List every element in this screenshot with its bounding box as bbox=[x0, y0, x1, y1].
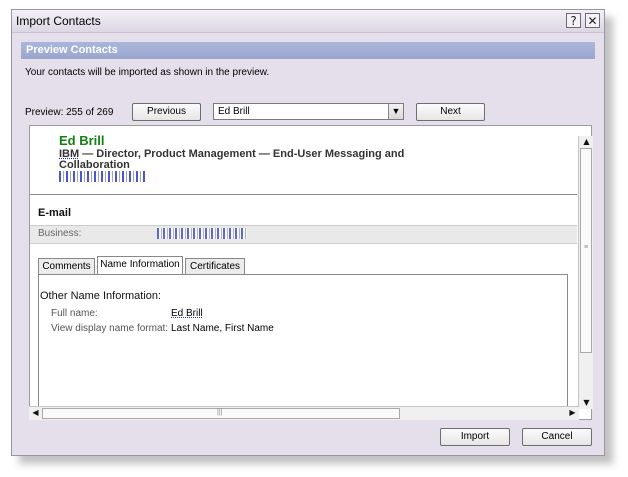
import-button[interactable]: Import bbox=[440, 428, 510, 446]
business-email-row: Business: bbox=[30, 225, 577, 244]
contact-job-title: — Director, Product Management — End-Use… bbox=[59, 148, 405, 171]
grip-icon: ≡ bbox=[584, 244, 589, 251]
next-button[interactable]: Next bbox=[416, 103, 485, 121]
vertical-scrollbar[interactable]: ▲ ≡ ▼ bbox=[578, 136, 593, 409]
tab-comments[interactable]: Comments bbox=[38, 258, 95, 274]
scroll-up-icon[interactable]: ▲ bbox=[580, 136, 593, 148]
scroll-right-icon[interactable]: ▶ bbox=[566, 407, 579, 419]
description-text: Your contacts will be imported as shown … bbox=[25, 67, 270, 78]
contact-selector[interactable]: Ed Brill ▼ bbox=[213, 103, 404, 120]
full-name-value[interactable]: Ed Brill bbox=[171, 308, 203, 319]
vertical-scroll-thumb[interactable]: ≡ bbox=[580, 148, 592, 353]
contact-preview-pane: Ed Brill IBM — Director, Product Managem… bbox=[29, 125, 592, 420]
business-email-label: Business: bbox=[38, 228, 82, 239]
window-title: Import Contacts bbox=[16, 14, 101, 28]
title-bar: Import Contacts ? ✕ bbox=[12, 10, 604, 33]
section-header: Preview Contacts bbox=[21, 42, 595, 59]
scroll-down-icon[interactable]: ▼ bbox=[580, 397, 593, 409]
full-name-label: Full name: bbox=[51, 308, 98, 319]
display-format-label: View display name format: bbox=[51, 323, 169, 334]
help-button[interactable]: ? bbox=[566, 13, 581, 28]
preview-counter: Preview: 255 of 269 bbox=[25, 107, 114, 118]
contact-selector-value: Ed Brill bbox=[218, 106, 250, 117]
contact-job-line: IBM — Director, Product Management — End… bbox=[59, 149, 429, 171]
email-section-title: E-mail bbox=[38, 207, 72, 219]
chevron-down-icon[interactable]: ▼ bbox=[388, 104, 403, 119]
tab-name-information[interactable]: Name Information bbox=[97, 256, 183, 275]
divider bbox=[30, 194, 577, 195]
horizontal-scroll-thumb[interactable]: ||| bbox=[42, 408, 400, 419]
horizontal-scrollbar[interactable]: ◀ ||| ▶ bbox=[29, 406, 579, 420]
scroll-left-icon[interactable]: ◀ bbox=[29, 407, 42, 419]
cancel-button[interactable]: Cancel bbox=[522, 428, 592, 446]
name-information-panel: Other Name Information: Full name: Ed Br… bbox=[38, 274, 568, 418]
obscured-address-image bbox=[59, 171, 146, 182]
close-button[interactable]: ✕ bbox=[585, 13, 600, 28]
grip-icon: ||| bbox=[217, 409, 223, 416]
tab-certificates[interactable]: Certificates bbox=[185, 258, 245, 274]
contact-name: Ed Brill bbox=[59, 133, 105, 148]
obscured-email-image bbox=[157, 228, 247, 239]
previous-button[interactable]: Previous bbox=[132, 103, 201, 121]
display-format-value: Last Name, First Name bbox=[171, 323, 274, 334]
import-contacts-dialog: Import Contacts ? ✕ Preview Contacts You… bbox=[11, 9, 605, 456]
other-name-heading: Other Name Information: bbox=[40, 290, 162, 302]
email-section: E-mail Business: bbox=[30, 198, 577, 244]
